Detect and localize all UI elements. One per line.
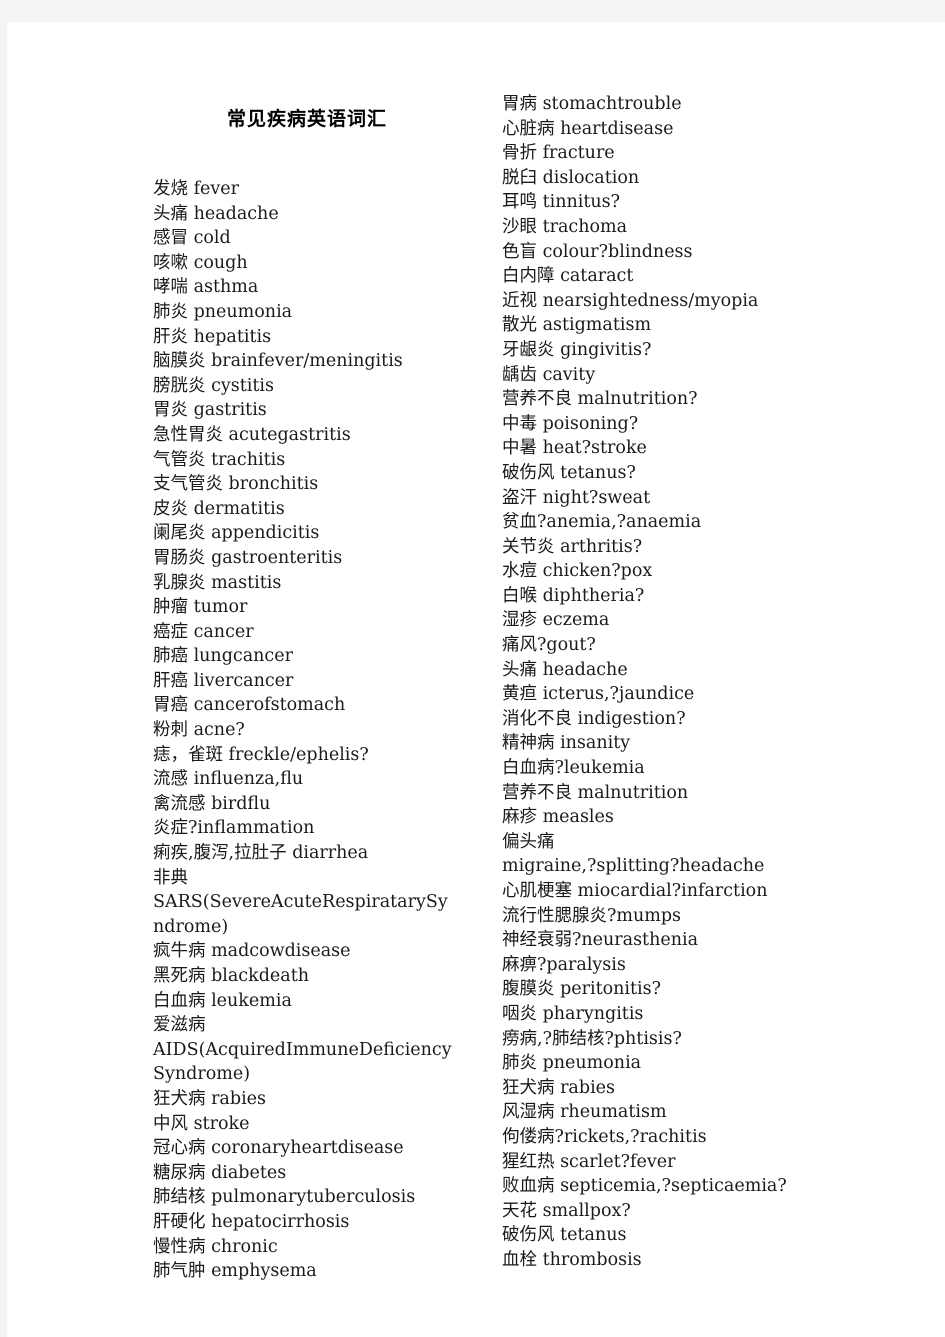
vocabulary-entry: 狂犬病 rabies xyxy=(502,1077,615,1098)
vocabulary-entry: 肺癌 lungcancer xyxy=(153,646,293,667)
vocabulary-entry: 爱滋病 xyxy=(153,1015,206,1036)
vocabulary-entry: 脑膜炎 brainfever/meningitis xyxy=(153,351,403,372)
vocabulary-entry: 关节炎 arthritis? xyxy=(502,536,643,557)
vocabulary-entry: 痢疾,腹泻,拉肚子 diarrhea xyxy=(153,843,369,864)
vocabulary-entry: 糖尿病 diabetes xyxy=(153,1162,287,1183)
vocabulary-entry: 支气管炎 bronchitis xyxy=(153,474,319,495)
vocabulary-entry: 黑死病 blackdeath xyxy=(153,966,309,986)
vocabulary-entry: 黄疸 icterus,?jaundice xyxy=(502,684,695,705)
vocabulary-entry: 沙眼 trachoma xyxy=(502,216,628,237)
vocabulary-entry: AIDS(AcquiredImmuneDeficiencySyndrome) xyxy=(153,1039,452,1085)
vocabulary-entry: 败血病 septicemia,?septicaemia? xyxy=(502,1176,787,1197)
vocabulary-entry: 发烧 fever xyxy=(153,179,240,199)
vocabulary-entry: 禽流感 birdflu xyxy=(153,793,271,814)
vocabulary-entry: 非典 xyxy=(153,867,188,888)
vocabulary-entry: 肿瘤 tumor xyxy=(153,597,248,618)
vocabulary-entry: 神经衰弱?neurasthenia xyxy=(502,930,699,951)
vocabulary-entry: 耳鸣 tinnitus? xyxy=(502,192,620,213)
vocabulary-entry: 麻疹 measles xyxy=(502,807,614,828)
vocabulary-entry: 肺炎 pneumonia xyxy=(153,301,293,322)
vocabulary-entry: 腹膜炎 peritonitis? xyxy=(502,979,662,1000)
vocabulary-entry: 肺结核 pulmonarytuberculosis xyxy=(153,1187,416,1208)
vocabulary-entry: 天花 smallpox? xyxy=(502,1200,631,1221)
vocabulary-column-right: 胃病 stomachtrouble 心脏病 heartdisease 骨折 frac… xyxy=(502,92,812,1273)
vocabulary-entry: 胃肠炎 gastroenteritis xyxy=(153,547,343,568)
vocabulary-entry: 肺炎 pneumonia xyxy=(502,1053,642,1074)
vocabulary-entry: 白内障 cataract xyxy=(502,266,634,287)
vocabulary-column-left: 发烧 fever 头痛 headache 感冒 cold 咳嗽 cough 哮喘 ast… xyxy=(153,177,453,1284)
vocabulary-entry: 疯牛病 madcowdisease xyxy=(153,941,351,962)
vocabulary-entry: 贫血?anemia,?anaemia xyxy=(502,512,702,533)
vocabulary-entry: 偏头痛 xyxy=(502,831,555,852)
vocabulary-entry: 痛风?gout? xyxy=(502,635,596,656)
vocabulary-entry: 麻痹?paralysis xyxy=(502,954,626,975)
vocabulary-entry: 乳腺炎 mastitis xyxy=(153,572,282,593)
vocabulary-entry: 盗汗 night?sweat xyxy=(502,487,651,508)
vocabulary-entry: 散光 astigmatism xyxy=(502,315,652,336)
vocabulary-entry: 心脏病 heartdisease xyxy=(502,118,674,139)
vocabulary-entry: 皮炎 dermatitis xyxy=(153,498,285,519)
vocabulary-entry: 狂犬病 rabies xyxy=(153,1088,266,1109)
vocabulary-entry: 胃炎 gastritis xyxy=(153,400,267,421)
vocabulary-entry: 佝偻病?rickets,?rachitis xyxy=(502,1126,707,1147)
vocabulary-entry: 湿疹 eczema xyxy=(502,610,610,631)
vocabulary-entry: 炎症?inflammation xyxy=(153,818,315,839)
vocabulary-entry: 咽炎 pharyngitis xyxy=(502,1003,644,1024)
vocabulary-entry: 血栓 thrombosis xyxy=(502,1249,642,1270)
vocabulary-entry: 骨折 fracture xyxy=(502,143,615,164)
vocabulary-entry: 白喉 diphtheria? xyxy=(502,585,645,606)
vocabulary-entry: 破伤风 tetanus xyxy=(502,1225,627,1246)
vocabulary-entry: 咳嗽 cough xyxy=(153,252,248,273)
vocabulary-entry: 白血病?leukemia xyxy=(502,758,645,779)
vocabulary-entry: 头痛 headache xyxy=(153,203,279,224)
vocabulary-entry: 营养不良 malnutrition xyxy=(502,782,689,803)
vocabulary-entry: 痨病,?肺结核?phtisis? xyxy=(502,1028,682,1049)
vocabulary-entry: 流感 influenza,flu xyxy=(153,769,304,790)
vocabulary-entry: 肝癌 livercancer xyxy=(153,670,294,691)
vocabulary-entry: 牙龈炎 gingivitis? xyxy=(502,339,652,360)
vocabulary-entry: 水痘 chicken?pox xyxy=(502,561,653,582)
vocabulary-entry: 痣，雀斑 freckle/ephelis? xyxy=(153,744,369,765)
vocabulary-entry: 感冒 cold xyxy=(153,228,231,249)
vocabulary-entry: 肺气肿 emphysema xyxy=(153,1261,317,1282)
vocabulary-entry: 猩红热 scarlet?fever xyxy=(502,1151,676,1172)
vocabulary-entry: 肝硬化 hepatocirrhosis xyxy=(153,1211,350,1232)
vocabulary-entry: 破伤风 tetanus? xyxy=(502,462,636,483)
vocabulary-entry: 癌症 cancer xyxy=(153,621,254,642)
vocabulary-entry: 急性胃炎 acutegastritis xyxy=(153,424,351,445)
vocabulary-entry: 中毒 poisoning? xyxy=(502,413,639,434)
vocabulary-entry: 精神病 insanity xyxy=(502,733,631,754)
vocabulary-entry: 营养不良 malnutrition? xyxy=(502,389,698,410)
vocabulary-entry: 白血病 leukemia xyxy=(153,990,292,1011)
vocabulary-entry: 中风 stroke xyxy=(153,1113,250,1134)
vocabulary-entry: migraine,?splitting?headache xyxy=(502,856,765,877)
vocabulary-entry: 头痛 headache xyxy=(502,659,628,680)
vocabulary-entry: 哮喘 asthma xyxy=(153,277,259,298)
vocabulary-entry: 气管炎 trachitis xyxy=(153,449,286,470)
vocabulary-entry: 近视 nearsightedness/myopia xyxy=(502,290,759,311)
document-page: 常见疾病英语词汇 发烧 fever 头痛 headache 感冒 cold 咳嗽 co… xyxy=(7,22,945,1337)
vocabulary-entry: 中暑 heat?stroke xyxy=(502,438,647,459)
vocabulary-entry: 心肌梗塞 miocardial?infarction xyxy=(502,881,768,901)
vocabulary-entry: 胃病 stomachtrouble xyxy=(502,94,682,114)
vocabulary-entry: 脱臼 dislocation xyxy=(502,167,640,188)
vocabulary-entry: 胃癌 cancerofstomach xyxy=(153,695,346,716)
vocabulary-entry: 慢性病 chronic xyxy=(153,1236,278,1257)
vocabulary-entry: 冠心病 coronaryheartdisease xyxy=(153,1138,404,1159)
vocabulary-entry: 膀胱炎 cystitis xyxy=(153,375,274,396)
vocabulary-entry: 阑尾炎 appendicitis xyxy=(153,523,320,544)
vocabulary-entry: 风湿病 rheumatism xyxy=(502,1102,667,1123)
vocabulary-entry: 龋齿 cavity xyxy=(502,364,596,385)
vocabulary-entry: SARS(SevereAcuteRespiratarySyndrome) xyxy=(153,892,448,937)
vocabulary-entry: 粉刺 acne? xyxy=(153,720,245,741)
vocabulary-entry: 流行性腮腺炎?mumps xyxy=(502,905,682,926)
vocabulary-entry: 消化不良 indigestion? xyxy=(502,708,686,729)
vocabulary-entry: 色盲 colour?blindness xyxy=(502,241,693,262)
vocabulary-entry: 肝炎 hepatitis xyxy=(153,326,272,347)
